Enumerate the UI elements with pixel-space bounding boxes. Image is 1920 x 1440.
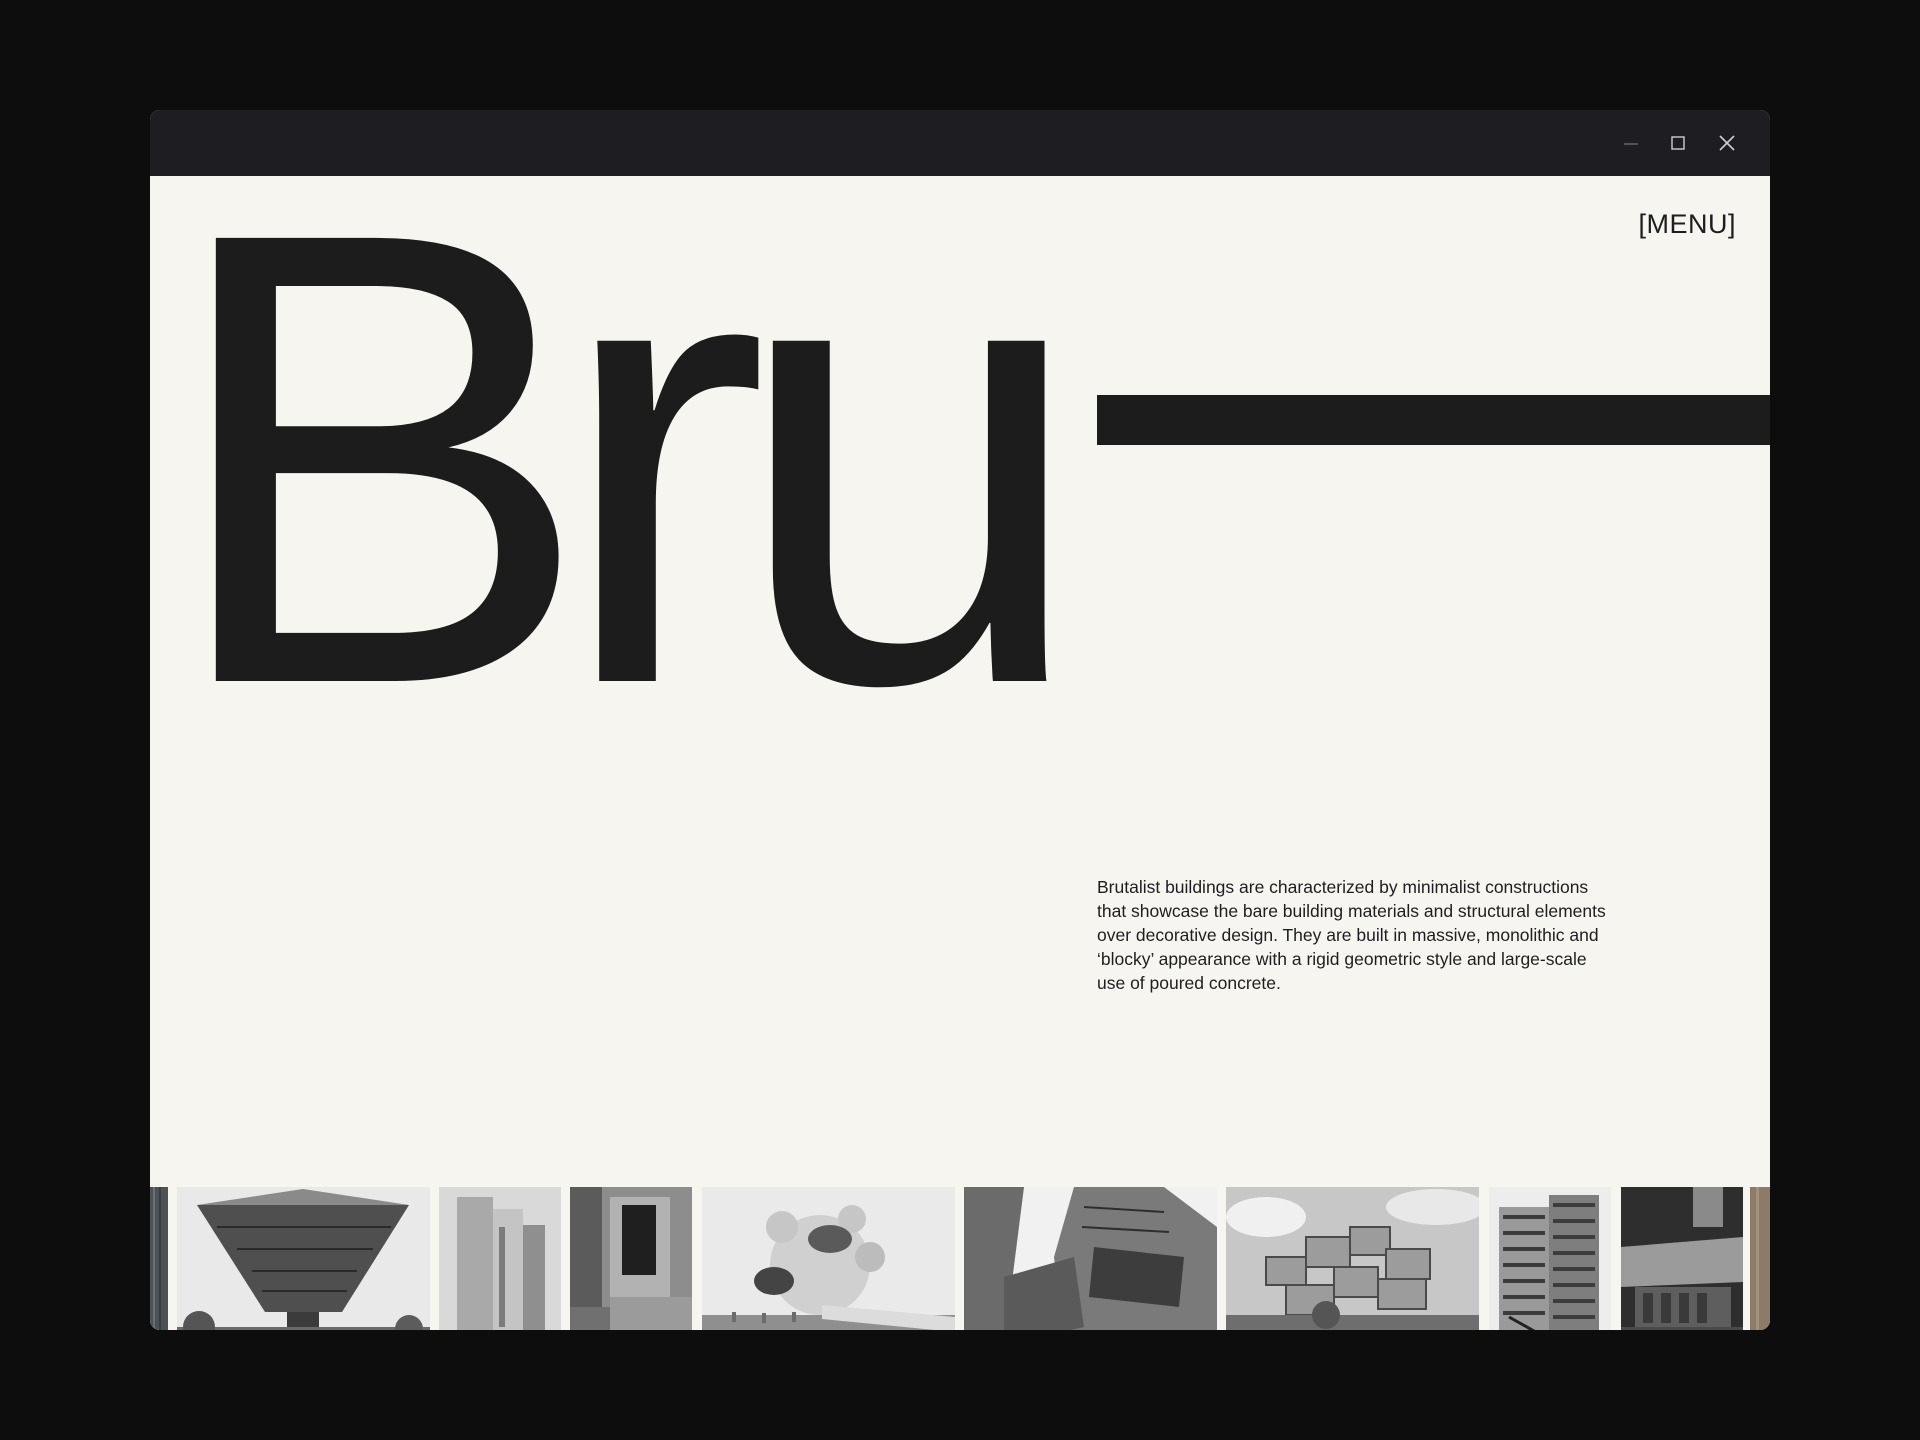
menu-button[interactable]: [MENU]	[1639, 209, 1737, 240]
angular-concrete-complex-photo[interactable]	[964, 1187, 1217, 1330]
concrete-facade-detail-photo[interactable]	[570, 1187, 692, 1330]
page-content: [MENU] Bru Brutalist buildings are chara…	[150, 137, 1770, 1330]
gallery-strip[interactable]	[150, 1187, 1770, 1330]
partial-brown-building-photo[interactable]	[1750, 1187, 1770, 1330]
hero-title: Bru	[163, 110, 1089, 818]
stacked-blocks-housing-photo[interactable]	[1226, 1187, 1479, 1330]
inverted-pyramid-building-photo[interactable]	[177, 1187, 430, 1330]
hero-dash	[1097, 395, 1770, 445]
intro-paragraph: Brutalist buildings are characterized by…	[1097, 877, 1606, 993]
partial-building-photo[interactable]	[150, 1187, 168, 1330]
browser-window: [MENU] Bru Brutalist buildings are chara…	[150, 110, 1770, 1330]
futuro-capsule-building-photo[interactable]	[702, 1187, 955, 1330]
highrise-apartment-block-photo[interactable]	[1489, 1187, 1611, 1330]
minimize-icon[interactable]	[1616, 128, 1646, 158]
close-icon[interactable]	[1712, 128, 1742, 158]
cantilevered-concrete-building-photo[interactable]	[1621, 1187, 1743, 1330]
maximize-icon[interactable]	[1663, 128, 1693, 158]
concrete-tower-photo[interactable]	[439, 1187, 561, 1330]
